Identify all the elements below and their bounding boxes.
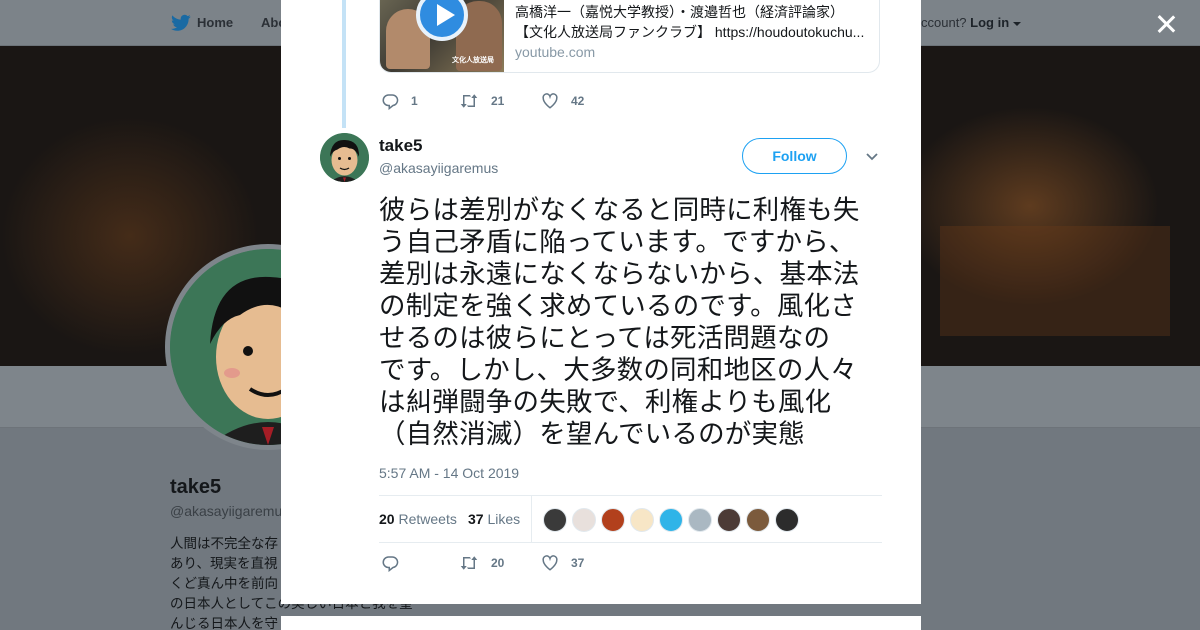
tweet-stats: 20 Retweets 37 Likes: [379, 495, 882, 543]
retweet-icon: [460, 556, 478, 570]
tweet-text: 彼らは差別がなくなると同時に利権も失 う自己矛盾に陥っています。ですから、 差別…: [379, 195, 884, 451]
like-button[interactable]: 37: [541, 554, 584, 572]
tweet-timestamp[interactable]: 5:57 AM - 14 Oct 2019: [379, 465, 519, 481]
bio-line: くど真ん中を前向: [170, 576, 278, 591]
stats-divider: [531, 496, 532, 543]
heart-icon: [542, 555, 558, 571]
thumbnail-caption: 文化人放送局: [452, 57, 494, 64]
card-description: 【文化人放送局ファンクラブ】 https://houdoutokuchu...: [515, 24, 865, 40]
link-preview-card[interactable]: 文化人放送局 高橋洋一（嘉悦大学教授）・渡邉哲也（経済評論家） 【文化人放送局フ…: [379, 0, 880, 73]
conversation-thread-line: [342, 0, 346, 128]
retweets-stat[interactable]: 20 Retweets: [379, 511, 457, 527]
tweet-text-line: せるのは彼らにとっては死活問題なの: [379, 323, 831, 354]
liker-avatar[interactable]: [659, 508, 683, 532]
card-title: 高橋洋一（嘉悦大学教授）・渡邉哲也（経済評論家）: [515, 4, 844, 20]
heart-icon: [542, 93, 558, 109]
retweet-icon: [460, 94, 478, 108]
tweet-text-line: 彼らは差別がなくなると同時に利権も失: [379, 195, 860, 226]
liker-avatar[interactable]: [746, 508, 770, 532]
liker-avatar[interactable]: [572, 508, 596, 532]
likes-stat-label: Likes: [487, 511, 521, 527]
login-prompt: ccount? Log in: [921, 15, 1021, 30]
retweet-button[interactable]: 21: [459, 92, 504, 110]
retweet-count: 20: [491, 556, 505, 570]
retweets-stat-count: 20: [379, 511, 395, 527]
liker-avatar[interactable]: [630, 508, 654, 532]
liker-avatar[interactable]: [775, 508, 799, 532]
account-prompt-text: ccount?: [921, 15, 967, 30]
likes-stat[interactable]: 37 Likes: [468, 511, 520, 527]
tweet-text-line: です。しかし、大多数の同和地区の人々: [379, 355, 857, 386]
profile-name[interactable]: take5: [170, 476, 221, 499]
chevron-down-icon[interactable]: [865, 150, 879, 164]
like-count: 37: [571, 556, 585, 570]
reply-icon: [382, 556, 399, 572]
liker-avatar[interactable]: [601, 508, 625, 532]
cartoon-face-icon: [320, 133, 369, 182]
retweet-button[interactable]: 20: [459, 554, 504, 572]
retweet-count: 21: [491, 94, 505, 108]
retweets-stat-label: Retweets: [398, 511, 457, 527]
tweet-author-name[interactable]: take5: [379, 136, 422, 156]
likes-stat-count: 37: [468, 511, 484, 527]
bio-line: あり、現実を直視: [170, 556, 278, 571]
twitter-bird-icon[interactable]: [171, 14, 191, 32]
profile-handle[interactable]: @akasayiigaremus: [170, 503, 289, 519]
tweet-text-line: う自己矛盾に陥っています。ですから、: [379, 227, 856, 258]
tweet-author-handle[interactable]: @akasayiigaremus: [379, 160, 498, 176]
bio-line: 人間は不完全な存: [170, 536, 278, 551]
reply-count: 1: [411, 94, 418, 108]
follow-button[interactable]: Follow: [742, 138, 847, 174]
tweet-actions: 20 37: [381, 554, 681, 574]
close-modal-button[interactable]: [1152, 10, 1180, 38]
reply-button[interactable]: 1: [381, 92, 418, 110]
video-thumbnail[interactable]: 文化人放送局: [380, 0, 504, 72]
tweet-text-line: の制定を強く求めているのです。風化さ: [379, 291, 857, 322]
like-count: 42: [571, 94, 585, 108]
caret-down-icon: [1012, 22, 1021, 26]
reply-button[interactable]: [381, 554, 411, 572]
reply-icon: [382, 94, 399, 110]
card-domain: youtube.com: [515, 44, 596, 60]
next-tweet-edge: [281, 616, 921, 630]
liker-avatar[interactable]: [717, 508, 741, 532]
nav-home-link[interactable]: Home: [197, 15, 233, 30]
tweet-permalink-modal: 文化人放送局 高橋洋一（嘉悦大学教授）・渡邉哲也（経済評論家） 【文化人放送局フ…: [281, 0, 921, 604]
like-button[interactable]: 42: [541, 92, 584, 110]
previous-tweet-actions: 1 21 42: [381, 92, 681, 112]
liker-avatar[interactable]: [543, 508, 567, 532]
tweet-text-line: （自然消滅）を望んでいるのが実態: [379, 419, 805, 450]
liker-avatar[interactable]: [688, 508, 712, 532]
tweet-text-line: 差別は永遠になくならないから、基本法: [379, 259, 860, 290]
login-link[interactable]: Log in: [970, 15, 1009, 30]
tweet-author-avatar[interactable]: [320, 133, 369, 182]
tweet-text-line: は糾弾闘争の失敗で、利権よりも風化: [379, 387, 832, 418]
